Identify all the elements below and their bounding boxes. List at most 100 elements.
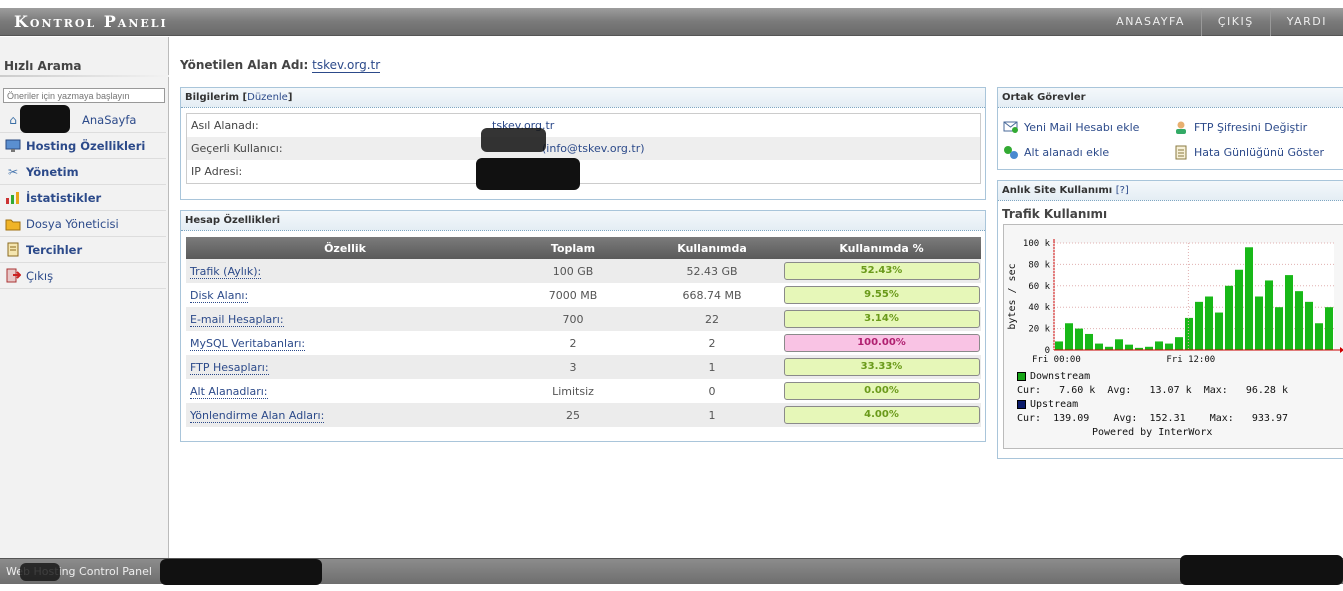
info-row: IP Adresi:	[187, 160, 980, 183]
nav-anasayfa-link[interactable]: ANASAYFA	[1100, 8, 1201, 36]
feature-cell: Trafik (Aylık):	[186, 259, 504, 283]
feature-link[interactable]: FTP Hesapları:	[190, 360, 269, 375]
redaction-mark	[476, 158, 580, 190]
traffic-chart: 020 k40 k60 k80 k100 kbytes / secFri 00:…	[1007, 239, 1343, 365]
tools-icon: ✂	[7, 164, 19, 179]
help-link[interactable]: [?]	[1116, 185, 1129, 196]
downstream-bar	[1065, 323, 1073, 350]
sidebar-menu: ⌂ AnaSayfa Hosting Özellikleri ✂ Yönetim…	[0, 107, 166, 289]
table-row: MySQL Veritabanları: 2 2 100.00%	[186, 331, 981, 355]
y-tick-label: 40 k	[1028, 303, 1050, 313]
sidebar-item-yonetim[interactable]: ✂ Yönetim	[0, 159, 166, 185]
exit-icon	[4, 268, 22, 284]
notebook-icon	[4, 242, 22, 258]
feature-link[interactable]: Alt Alanadları:	[190, 384, 268, 399]
downstream-bar	[1205, 296, 1213, 350]
feature-link[interactable]: E-mail Hesapları:	[190, 312, 284, 327]
feature-link[interactable]: Disk Alanı:	[190, 288, 249, 303]
sidebar-item-cikis[interactable]: Çıkış	[0, 263, 166, 289]
downstream-bar	[1315, 323, 1323, 350]
used-cell: 1	[642, 355, 782, 379]
percent-cell: 4.00%	[782, 403, 981, 427]
downstream-bar	[1165, 343, 1173, 350]
table-row: Yönlendirme Alan Adları: 25 1 4.00%	[186, 403, 981, 427]
task-label: Alt alanadı ekle	[1024, 145, 1110, 159]
redaction-mark	[160, 559, 322, 585]
feature-link[interactable]: Yönlendirme Alan Adları:	[190, 408, 325, 423]
y-tick-label: 20 k	[1028, 325, 1050, 335]
traffic-graph: 0 20 k 40 k 60 k 80 k 100 k bytes / sec Fri 00:…	[1003, 224, 1343, 449]
feature-cell: Yönlendirme Alan Adları:	[186, 403, 504, 427]
nav-cikis-link[interactable]: ÇIKIŞ	[1200, 8, 1270, 36]
task-add-subdomain[interactable]: Alt alanadı ekle	[1003, 144, 1109, 160]
feature-link[interactable]: MySQL Veritabanları:	[190, 336, 306, 351]
panel-title: Bilgilerim	[185, 92, 240, 103]
quick-search-input[interactable]	[3, 88, 165, 103]
panel-title: Hesap Özellikleri	[185, 215, 281, 226]
chart-icon	[4, 190, 22, 206]
sidebar-item-tercihler[interactable]: Tercihler	[0, 237, 166, 263]
sidebar-item-dosya-yoneticisi[interactable]: Dosya Yöneticisi	[0, 211, 166, 237]
usage-percent-bar: 33.33%	[783, 358, 980, 376]
managed-domain-label: Yönetilen Alan Adı:	[180, 58, 309, 72]
panel-title: Ortak Görevler	[1002, 92, 1086, 103]
usage-percent-bar: 3.14%	[783, 310, 980, 328]
table-row: Disk Alanı: 7000 MB 668.74 MB 9.55%	[186, 283, 981, 307]
redaction-mark	[1180, 555, 1343, 585]
column-header: Kullanımda %	[782, 237, 981, 259]
feature-cell: E-mail Hesapları:	[186, 307, 504, 331]
column-header: Özellik	[186, 237, 504, 259]
site-usage-panel: Anlık Site Kullanımı [?] Trafik Kullanım…	[997, 180, 1343, 459]
sidebar-item-label: Hosting Özellikleri	[26, 138, 146, 153]
downstream-bar	[1125, 344, 1133, 350]
total-cell: 100 GB	[504, 259, 642, 283]
title-underline	[0, 75, 169, 77]
feature-cell: MySQL Veritabanları:	[186, 331, 504, 355]
upstream-swatch	[1017, 399, 1026, 409]
legend-upstream: Upstream	[1017, 399, 1078, 410]
sidebar-item-hosting[interactable]: Hosting Özellikleri	[0, 133, 166, 159]
downstream-bar	[1055, 341, 1063, 350]
total-cell: 2	[569, 336, 577, 350]
task-label: Hata Günlüğünü Göster	[1194, 145, 1325, 159]
task-ftp-password[interactable]: FTP Şifresini Değiştir	[1173, 119, 1307, 135]
panel-header: Hesap Özellikleri	[181, 211, 985, 231]
task-error-log[interactable]: Hata Günlüğünü Göster	[1173, 144, 1324, 160]
quick-search-title: Hızlı Arama	[4, 59, 82, 73]
total-cell: Limitsiz	[552, 384, 594, 398]
hesap-ozellikleri-panel: Hesap Özellikleri Özellik Toplam Kullanı…	[180, 210, 986, 442]
panel-header: Ortak Görevler	[998, 88, 1343, 108]
used-cell: 22	[642, 307, 782, 331]
feature-link[interactable]: Trafik (Aylık):	[190, 264, 262, 279]
powered-by: Powered by InterWorx	[1092, 427, 1213, 438]
nav-yardim-link[interactable]: YARDI	[1269, 8, 1343, 36]
task-new-mail[interactable]: Yeni Mail Hesabı ekle	[1003, 119, 1139, 135]
info-key: Asıl Alanadı:	[191, 119, 259, 132]
redaction-mark	[20, 105, 70, 133]
total-cell: 25	[504, 403, 642, 427]
x-tick-label: Fri 12:00	[1166, 355, 1215, 365]
downstream-bar	[1295, 291, 1303, 350]
downstream-bar	[1115, 339, 1123, 350]
user-email-link[interactable]: (info@tskev.org.tr)	[542, 142, 645, 155]
log-icon	[1173, 144, 1189, 160]
usage-percent-bar: 4.00%	[783, 406, 980, 424]
folder-icon	[4, 216, 22, 232]
downstream-bar	[1325, 307, 1333, 350]
edit-link[interactable]: Düzenle	[247, 92, 288, 103]
managed-domain-link[interactable]: tskev.org.tr	[312, 58, 381, 73]
info-key: Geçerli Kullanıcı:	[191, 142, 283, 155]
downstream-bar	[1235, 269, 1243, 350]
feature-cell: FTP Hesapları:	[186, 355, 504, 379]
usage-percent-bar: 0.00%	[783, 382, 980, 400]
managed-domain-line: Yönetilen Alan Adı: tskev.org.tr	[180, 58, 381, 73]
info-row: Geçerli Kullanıcı: (info@tskev.org.tr)	[187, 137, 980, 160]
y-tick-label: 100 k	[1023, 239, 1051, 249]
downstream-bar	[1215, 312, 1223, 350]
footer-bar: Web Hosting Control Panel	[0, 555, 1343, 585]
user-icon	[1173, 119, 1189, 135]
sidebar-item-istatistikler[interactable]: İstatistikler	[0, 185, 166, 211]
downstream-bar	[1195, 301, 1203, 350]
used-cell: 0	[708, 384, 716, 398]
brand-title: Kontrol Paneli	[14, 12, 168, 31]
